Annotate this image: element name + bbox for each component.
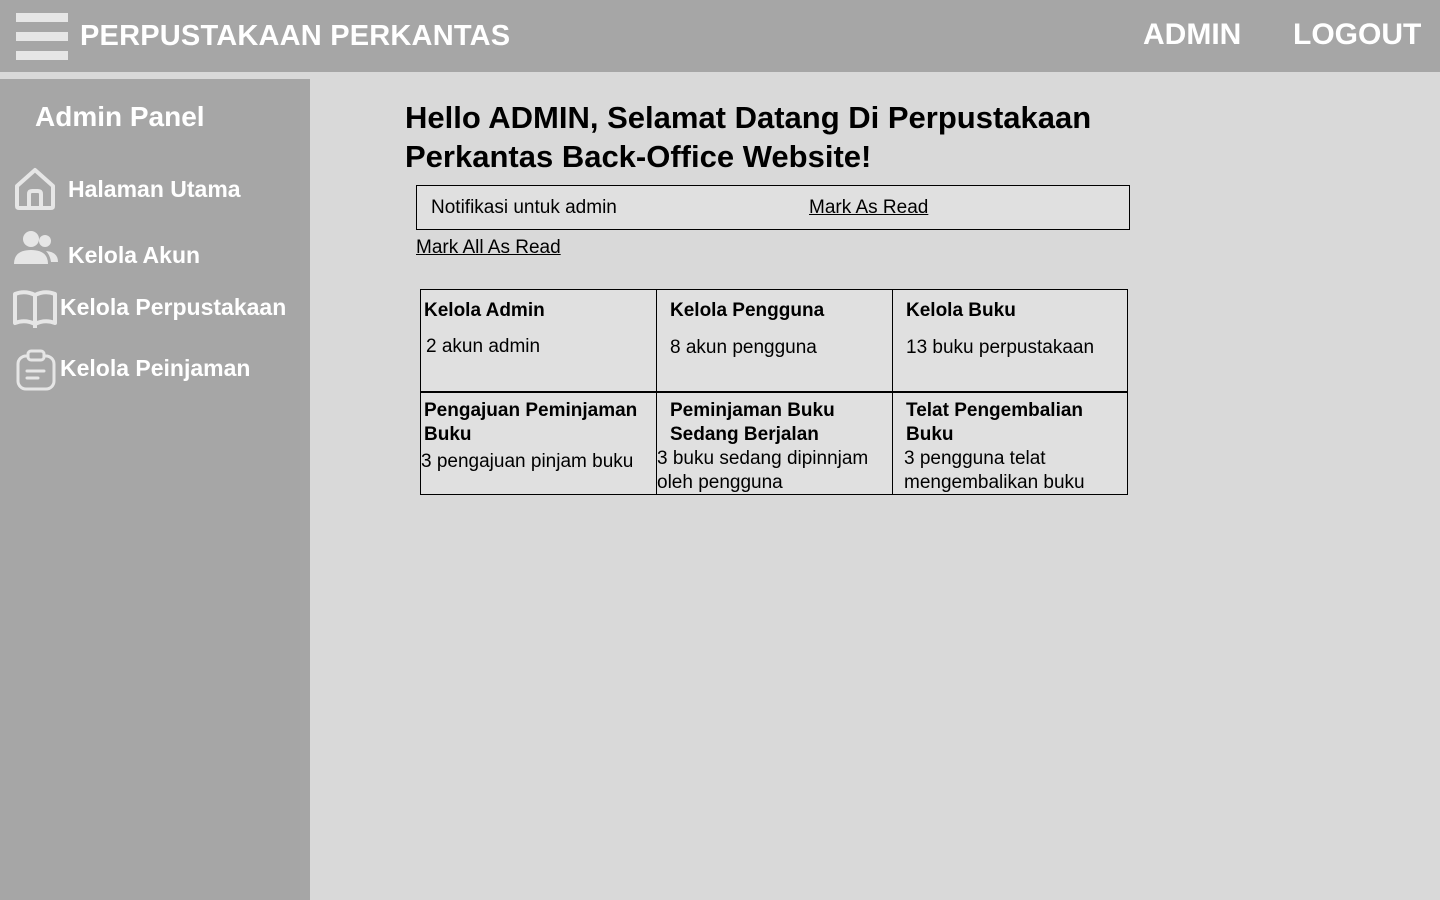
book-icon [13,290,57,328]
stat-card-value: 13 buku perpustakaan [906,337,1095,358]
menu-icon[interactable] [16,13,68,60]
sidebar-item-label: Kelola Akun [68,242,201,268]
notification-text: Notifikasi untuk admin [431,197,617,218]
stat-card-telat-pengembalian[interactable]: Telat Pengembalian Buku 3 pengguna telat… [893,393,1127,494]
stat-card-title: Kelola Admin [424,300,545,321]
sidebar-title: Admin Panel [35,101,205,132]
stat-card-pengajuan-peminjaman[interactable]: Pengajuan Peminjaman Buku 3 pengajuan pi… [421,393,656,494]
sidebar-item-kelola-peinjaman[interactable]: Kelola Peinjaman [12,347,307,395]
stat-card-title: Telat Pengembalian Buku [906,400,1084,445]
stat-card-title: Kelola Buku [906,300,1016,321]
stat-card-kelola-admin[interactable]: Kelola Admin 2 akun admin [421,290,656,391]
page-title: Hello ADMIN, Selamat Datang Di Perpustak… [405,100,1092,174]
menu-icon-line [16,13,68,22]
stat-card-value: 3 pengguna telat mengembalikan buku [904,448,1085,493]
stat-card-value: 2 akun admin [426,336,541,357]
admin-link[interactable]: ADMIN [1143,18,1241,52]
mark-as-read-link[interactable]: Mark As Read [809,197,928,219]
mark-all-as-read-link[interactable]: Mark All As Read [416,237,561,259]
menu-icon-line [16,51,68,60]
stat-card-value: 8 akun pengguna [670,337,817,358]
stat-card-value: 3 buku sedang dipinnjam oleh pengguna [657,448,869,493]
stat-card-title: Peminjaman Buku Sedang Berjalan [670,400,835,445]
users-icon [14,231,58,264]
stat-card-kelola-pengguna[interactable]: Kelola Pengguna 8 akun pengguna [657,290,892,391]
sidebar-item-kelola-perpustakaan[interactable]: Kelola Perpustakaan [12,286,307,334]
stat-card-peminjaman-berjalan[interactable]: Peminjaman Buku Sedang Berjalan 3 buku s… [657,393,892,494]
sidebar-item-label: Halaman Utama [68,176,241,202]
stats-grid: Kelola Admin 2 akun admin Kelola Penggun… [420,289,1128,495]
stat-card-value: 3 pengajuan pinjam buku [421,451,634,472]
notification-box: Notifikasi untuk admin Mark As Read [416,185,1130,230]
sidebar-item-label: Kelola Perpustakaan [60,294,287,320]
sidebar-item-label: Kelola Peinjaman [60,355,251,381]
clipboard-icon [16,349,56,391]
sidebar-item-halaman-utama[interactable]: Halaman Utama [12,166,307,214]
stat-card-title: Pengajuan Peminjaman Buku [424,400,638,445]
app-title: PERPUSTAKAAN PERKANTAS [80,20,511,52]
stat-card-kelola-buku[interactable]: Kelola Buku 13 buku perpustakaan [893,290,1127,391]
sidebar: Admin Panel Halaman Utama Kelola Akun Ke… [0,79,310,900]
home-icon [15,168,55,210]
logout-link[interactable]: LOGOUT [1293,18,1421,52]
stat-card-title: Kelola Pengguna [670,300,825,321]
top-bar: PERPUSTAKAAN PERKANTAS ADMIN LOGOUT [0,0,1440,72]
sidebar-item-kelola-akun[interactable]: Kelola Akun [12,228,307,276]
menu-icon-line [16,32,68,41]
